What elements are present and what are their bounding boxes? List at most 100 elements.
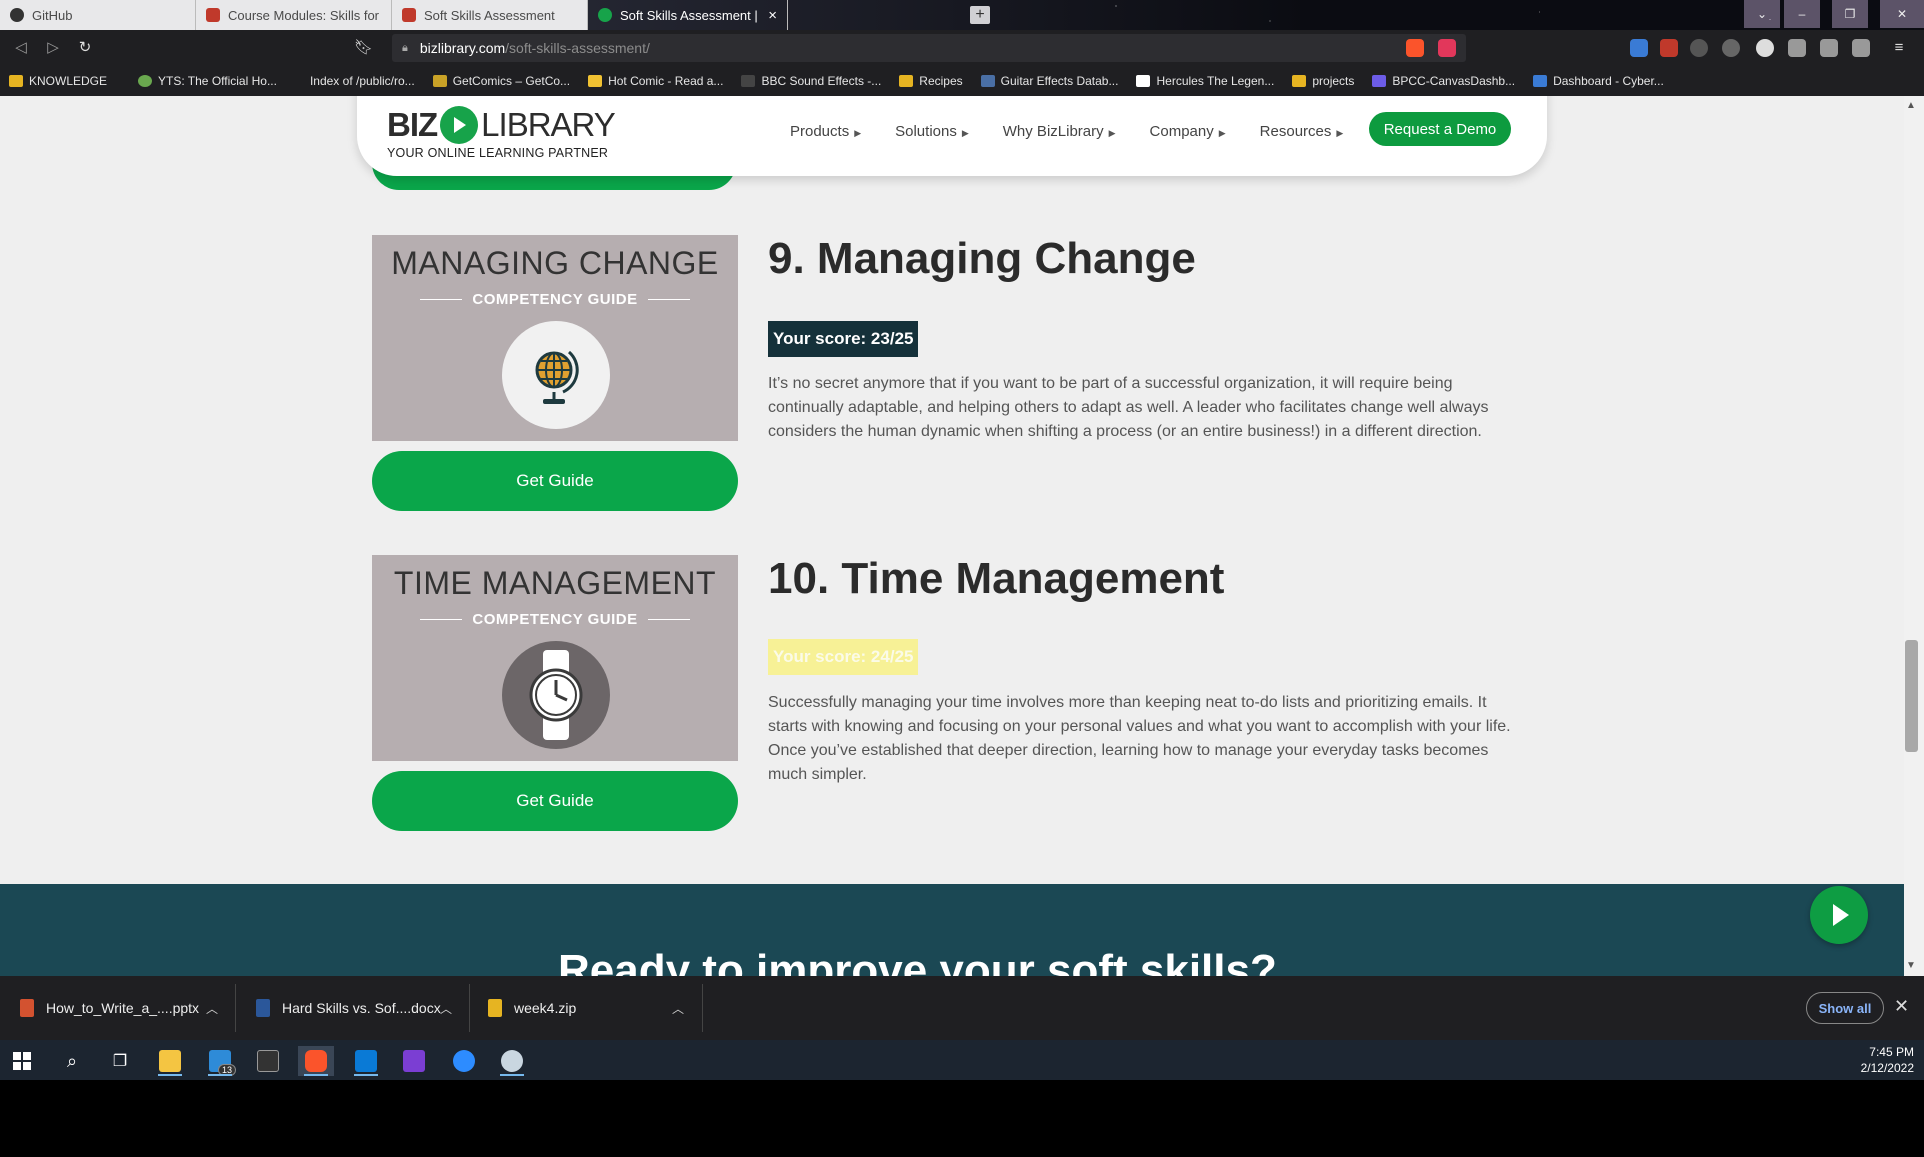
screen: GitHub Course Modules: Skills for IT Suc… [0,0,1924,1157]
search-icon[interactable]: ⌕ [54,1046,90,1076]
extension-icon[interactable] [1722,39,1740,57]
caret-right-icon: ▶ [1218,128,1226,138]
chat-button[interactable] [1810,886,1868,944]
bizlibrary-logo[interactable]: BIZ LIBRARY YOUR ONLINE LEARNING PARTNER [387,106,616,160]
close-tab-icon[interactable]: × [768,7,777,24]
bookmark-item[interactable]: Hercules The Legen... [1127,74,1283,88]
watch-icon [502,641,610,749]
menu-resources[interactable]: Resources ▶ [1260,123,1344,140]
folder-icon [1292,75,1307,87]
download-item[interactable]: week4.zip ︿ [468,976,700,1040]
bookmark-item[interactable]: YTS: The Official Ho... [116,74,286,88]
play-arrow-icon [1833,904,1849,926]
menu-products[interactable]: Products ▶ [790,123,861,140]
scrollbar-thumb[interactable] [1905,640,1918,752]
tab-soft-skills[interactable]: Soft Skills Assessment [392,0,588,30]
intellij-icon[interactable] [396,1046,432,1076]
section-heading: 10. Time Management [768,554,1225,603]
translate-icon[interactable] [1630,39,1648,57]
brave-rewards-icon[interactable] [1438,39,1456,57]
vscode-icon[interactable] [348,1046,384,1076]
globe-icon [502,321,610,429]
bookmark-item[interactable]: BPCC-CanvasDashb... [1363,74,1524,88]
hotcomic-icon [588,75,603,87]
dailymotion-icon [1136,75,1151,87]
react-devtools-icon[interactable] [1690,39,1708,57]
system-clock[interactable]: 7:45 PM 2/12/2022 [1840,1044,1914,1076]
bookmark-item[interactable]: Dashboard - Cyber... [1524,74,1673,88]
tab-course-modules[interactable]: Course Modules: Skills for IT Success [196,0,392,30]
bookmark-item[interactable]: projects [1283,74,1363,88]
new-tab-button[interactable]: + [970,6,990,24]
download-item[interactable]: Hard Skills vs. Sof....docx ︿ [236,976,468,1040]
back-icon[interactable]: ◁ [12,39,30,57]
bookmark-item[interactable]: KNOWLEDGE [0,74,116,88]
scroll-up-icon[interactable]: ▲ [1906,100,1916,111]
site-header: BIZ LIBRARY YOUR ONLINE LEARNING PARTNER… [357,96,1547,176]
terminal-icon[interactable] [250,1046,286,1076]
menu-why-bizlibrary[interactable]: Why BizLibrary ▶ [1003,123,1116,140]
cyber-icon [1533,75,1548,87]
folder-icon [9,75,23,87]
bookmark-icon[interactable]: 🔖︎ [354,39,373,57]
extension-icon[interactable] [1756,39,1774,57]
wallet-icon[interactable] [1852,39,1870,57]
section-description: Successfully managing your time involves… [768,694,1511,783]
close-window-button[interactable]: ✕ [1880,0,1924,28]
brave-shields-icon[interactable] [1406,39,1424,57]
download-item[interactable]: How_to_Write_a_....pptx ︿ [0,976,232,1040]
time-management-guide-image: TIME MANAGEMENT COMPETENCY GUIDE [372,555,738,761]
get-guide-button[interactable]: Get Guide [372,771,738,831]
paint-icon[interactable] [494,1046,530,1076]
chevron-up-icon[interactable]: ︿ [672,1000,684,1017]
bookmark-item[interactable]: BBC Sound Effects -... [732,74,890,88]
bookmarks-bar: KNOWLEDGE YTS: The Official Ho... Index … [0,66,1924,96]
restore-button[interactable]: ❐ [1832,0,1868,28]
task-view-icon[interactable]: ❐ [102,1046,138,1076]
forward-icon[interactable]: ▷ [44,39,62,57]
menu-solutions[interactable]: Solutions ▶ [895,123,969,140]
bookmark-item[interactable]: Index of /public/ro... [286,74,424,88]
menu-company[interactable]: Company ▶ [1150,123,1226,140]
bookmark-item[interactable]: Guitar Effects Datab... [972,74,1128,88]
mail-icon[interactable]: 13 [202,1046,238,1076]
zoom-icon[interactable] [446,1046,482,1076]
chevron-up-icon[interactable]: ︿ [440,1000,452,1017]
menu-icon[interactable]: ≡ [1890,39,1908,57]
caret-right-icon: ▶ [961,128,969,138]
managing-change-guide-image: MANAGING CHANGE COMPETENCY GUIDE [372,235,738,441]
docx-file-icon [256,999,270,1017]
request-demo-button[interactable]: Request a Demo [1369,112,1511,146]
minimize-button[interactable]: – [1784,0,1820,28]
tab-search-button[interactable]: ⌄ [1744,0,1780,28]
bizlibrary-favicon [598,8,612,22]
pptx-file-icon [20,999,34,1017]
download-shelf: How_to_Write_a_....pptx ︿ Hard Skills vs… [0,976,1924,1040]
canvas-dashboard-icon [1372,75,1387,87]
tab-github[interactable]: GitHub [0,0,196,30]
getcomics-icon [432,75,447,87]
puzzle-icon[interactable] [1788,39,1806,57]
get-guide-button[interactable]: Get Guide [372,451,738,511]
show-all-button[interactable]: Show all [1806,992,1884,1024]
bookmark-item[interactable]: GetComics – GetCo... [424,74,579,88]
caret-right-icon: ▶ [854,128,862,138]
windows-start-icon[interactable] [4,1046,40,1076]
bookmark-item[interactable]: Hot Comic - Read a... [579,74,732,88]
reload-icon[interactable]: ↻ [76,39,94,57]
page-scrollbar[interactable] [1904,96,1924,976]
brave-browser-icon[interactable] [298,1046,334,1076]
media-icon[interactable] [1820,39,1838,57]
tab-bizlibrary[interactable]: Soft Skills Assessment | BizLibrary × [588,0,788,30]
file-explorer-icon[interactable] [152,1046,188,1076]
chevron-up-icon[interactable]: ︿ [206,1000,218,1017]
taskbar: ⌕ ❐ 13 7:45 PM 2/12/2022 [0,1040,1924,1080]
bookmark-item[interactable]: Recipes [890,74,971,88]
browser-toolbar: ◁ ▷ ↻ 🔖︎ 🔒︎ bizlibrary.com/soft-skills-a… [0,30,1924,66]
score-badge: Your score: 23/25 [768,321,919,357]
extension-icon[interactable] [1660,39,1678,57]
address-bar[interactable]: 🔒︎ bizlibrary.com/soft-skills-assessment… [392,34,1466,62]
folder-icon [899,75,914,87]
scroll-down-icon[interactable]: ▼ [1906,960,1916,971]
close-icon[interactable]: ✕ [1894,996,1909,1017]
